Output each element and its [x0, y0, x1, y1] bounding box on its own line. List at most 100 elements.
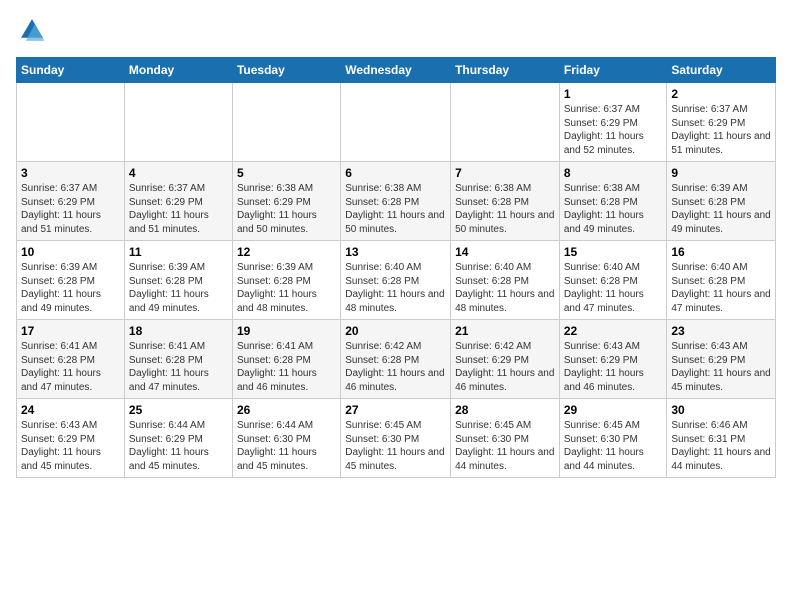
day-info: Sunrise: 6:38 AM Sunset: 6:28 PM Dayligh…: [455, 182, 555, 236]
day-cell: 12 Sunrise: 6:39 AM Sunset: 6:28 PM Dayli…: [232, 241, 340, 320]
day-info: Sunrise: 6:40 AM Sunset: 6:28 PM Dayligh…: [455, 261, 555, 315]
week-row-5: 24 Sunrise: 6:43 AM Sunset: 6:29 PM Dayli…: [17, 399, 776, 478]
day-cell: 7 Sunrise: 6:38 AM Sunset: 6:28 PM Daylig…: [451, 162, 560, 241]
day-cell: 23 Sunrise: 6:43 AM Sunset: 6:29 PM Dayli…: [667, 320, 776, 399]
day-info: Sunrise: 6:37 AM Sunset: 6:29 PM Dayligh…: [129, 182, 228, 236]
day-info: Sunrise: 6:37 AM Sunset: 6:29 PM Dayligh…: [564, 103, 663, 157]
day-cell: 27 Sunrise: 6:45 AM Sunset: 6:30 PM Dayli…: [341, 399, 451, 478]
day-cell: [124, 83, 232, 162]
day-cell: 26 Sunrise: 6:44 AM Sunset: 6:30 PM Dayli…: [232, 399, 340, 478]
day-number: 13: [345, 245, 446, 259]
day-number: 15: [564, 245, 663, 259]
day-info: Sunrise: 6:38 AM Sunset: 6:28 PM Dayligh…: [345, 182, 446, 236]
day-cell: 1 Sunrise: 6:37 AM Sunset: 6:29 PM Daylig…: [559, 83, 667, 162]
day-cell: [232, 83, 340, 162]
day-info: Sunrise: 6:45 AM Sunset: 6:30 PM Dayligh…: [564, 419, 663, 473]
day-info: Sunrise: 6:40 AM Sunset: 6:28 PM Dayligh…: [564, 261, 663, 315]
day-info: Sunrise: 6:46 AM Sunset: 6:31 PM Dayligh…: [671, 419, 771, 473]
day-number: 10: [21, 245, 120, 259]
day-cell: 17Sunrise: 6:41 AM Sunset: 6:28 PM Dayli…: [17, 320, 125, 399]
day-cell: 28 Sunrise: 6:45 AM Sunset: 6:30 PM Dayli…: [451, 399, 560, 478]
day-number: 7: [455, 166, 555, 180]
logo: [16, 16, 46, 49]
day-cell: 3Sunrise: 6:37 AM Sunset: 6:29 PM Daylig…: [17, 162, 125, 241]
day-cell: [17, 83, 125, 162]
calendar: SundayMondayTuesdayWednesdayThursdayFrid…: [16, 57, 776, 478]
day-number: 22: [564, 324, 663, 338]
day-info: Sunrise: 6:39 AM Sunset: 6:28 PM Dayligh…: [671, 182, 771, 236]
day-number: 14: [455, 245, 555, 259]
day-info: Sunrise: 6:44 AM Sunset: 6:30 PM Dayligh…: [237, 419, 336, 473]
day-info: Sunrise: 6:42 AM Sunset: 6:28 PM Dayligh…: [345, 340, 446, 394]
day-info: Sunrise: 6:45 AM Sunset: 6:30 PM Dayligh…: [455, 419, 555, 473]
day-number: 23: [671, 324, 771, 338]
day-number: 12: [237, 245, 336, 259]
day-cell: 8Sunrise: 6:38 AM Sunset: 6:28 PM Daylig…: [559, 162, 667, 241]
day-number: 11: [129, 245, 228, 259]
day-cell: 29 Sunrise: 6:45 AM Sunset: 6:30 PM Dayli…: [559, 399, 667, 478]
page-header: [16, 16, 776, 49]
day-info: Sunrise: 6:39 AM Sunset: 6:28 PM Dayligh…: [237, 261, 336, 315]
day-info: Sunrise: 6:43 AM Sunset: 6:29 PM Dayligh…: [21, 419, 120, 473]
day-number: 4: [129, 166, 228, 180]
day-number: 26: [237, 403, 336, 417]
day-number: 28: [455, 403, 555, 417]
day-cell: 25 Sunrise: 6:44 AM Sunset: 6:29 PM Dayli…: [124, 399, 232, 478]
day-info: Sunrise: 6:45 AM Sunset: 6:30 PM Dayligh…: [345, 419, 446, 473]
header-wednesday: Wednesday: [341, 58, 451, 83]
day-number: 5: [237, 166, 336, 180]
day-info: Sunrise: 6:39 AM Sunset: 6:28 PM Dayligh…: [129, 261, 228, 315]
day-cell: 19 Sunrise: 6:41 AM Sunset: 6:28 PM Dayli…: [232, 320, 340, 399]
day-cell: 4 Sunrise: 6:37 AM Sunset: 6:29 PM Daylig…: [124, 162, 232, 241]
day-info: Sunrise: 6:44 AM Sunset: 6:29 PM Dayligh…: [129, 419, 228, 473]
header-monday: Monday: [124, 58, 232, 83]
day-info: Sunrise: 6:40 AM Sunset: 6:28 PM Dayligh…: [671, 261, 771, 315]
day-cell: 22 Sunrise: 6:43 AM Sunset: 6:29 PM Dayli…: [559, 320, 667, 399]
day-cell: 24 Sunrise: 6:43 AM Sunset: 6:29 PM Dayli…: [17, 399, 125, 478]
day-cell: 6 Sunrise: 6:38 AM Sunset: 6:28 PM Daylig…: [341, 162, 451, 241]
day-cell: 16 Sunrise: 6:40 AM Sunset: 6:28 PM Dayli…: [667, 241, 776, 320]
day-cell: 9 Sunrise: 6:39 AM Sunset: 6:28 PM Daylig…: [667, 162, 776, 241]
day-number: 6: [345, 166, 446, 180]
day-info: Sunrise: 6:41 AM Sunset: 6:28 PM Dayligh…: [237, 340, 336, 394]
logo-icon: [18, 16, 46, 44]
day-info: Sunrise: 6:43 AM Sunset: 6:29 PM Dayligh…: [671, 340, 771, 394]
day-number: 2: [671, 87, 771, 101]
day-number: 21: [455, 324, 555, 338]
week-row-2: 3 Sunrise: 6:37 AM Sunset: 6:29 PM Daylig…: [17, 162, 776, 241]
day-info: Sunrise: 6:43 AM Sunset: 6:29 PM Dayligh…: [564, 340, 663, 394]
day-number: 3: [21, 166, 120, 180]
calendar-header-row: SundayMondayTuesdayWednesdayThursdayFrid…: [17, 58, 776, 83]
day-cell: 10 Sunrise: 6:39 AM Sunset: 6:28 PM Dayli…: [17, 241, 125, 320]
day-cell: [341, 83, 451, 162]
day-info: Sunrise: 6:39 AM Sunset: 6:28 PM Dayligh…: [21, 261, 120, 315]
day-cell: 20 Sunrise: 6:42 AM Sunset: 6:28 PM Dayli…: [341, 320, 451, 399]
week-row-1: 1 Sunrise: 6:37 AM Sunset: 6:29 PM Daylig…: [17, 83, 776, 162]
day-info: Sunrise: 6:38 AM Sunset: 6:29 PM Dayligh…: [237, 182, 336, 236]
day-number: 18: [129, 324, 228, 338]
day-cell: 2 Sunrise: 6:37 AM Sunset: 6:29 PM Daylig…: [667, 83, 776, 162]
day-cell: [451, 83, 560, 162]
day-number: 27: [345, 403, 446, 417]
day-number: 30: [671, 403, 771, 417]
day-cell: 5 Sunrise: 6:38 AM Sunset: 6:29 PM Daylig…: [232, 162, 340, 241]
day-number: 1: [564, 87, 663, 101]
day-info: Sunrise: 6:37 AM Sunset: 6:29 PM Dayligh…: [671, 103, 771, 157]
day-info: Sunrise: 6:42 AM Sunset: 6:29 PM Dayligh…: [455, 340, 555, 394]
day-cell: 14 Sunrise: 6:40 AM Sunset: 6:28 PM Dayli…: [451, 241, 560, 320]
day-number: 16: [671, 245, 771, 259]
day-number: 8: [564, 166, 663, 180]
day-number: 20: [345, 324, 446, 338]
day-number: 9: [671, 166, 771, 180]
day-number: 24: [21, 403, 120, 417]
day-cell: 30 Sunrise: 6:46 AM Sunset: 6:31 PM Dayli…: [667, 399, 776, 478]
day-number: 29: [564, 403, 663, 417]
day-cell: 21 Sunrise: 6:42 AM Sunset: 6:29 PM Dayli…: [451, 320, 560, 399]
day-number: 25: [129, 403, 228, 417]
week-row-3: 10 Sunrise: 6:39 AM Sunset: 6:28 PM Dayli…: [17, 241, 776, 320]
day-cell: 11 Sunrise: 6:39 AM Sunset: 6:28 PM Dayli…: [124, 241, 232, 320]
day-number: 17: [21, 324, 120, 338]
day-cell: 15 Sunrise: 6:40 AM Sunset: 6:28 PM Dayli…: [559, 241, 667, 320]
day-number: 19: [237, 324, 336, 338]
header-thursday: Thursday: [451, 58, 560, 83]
